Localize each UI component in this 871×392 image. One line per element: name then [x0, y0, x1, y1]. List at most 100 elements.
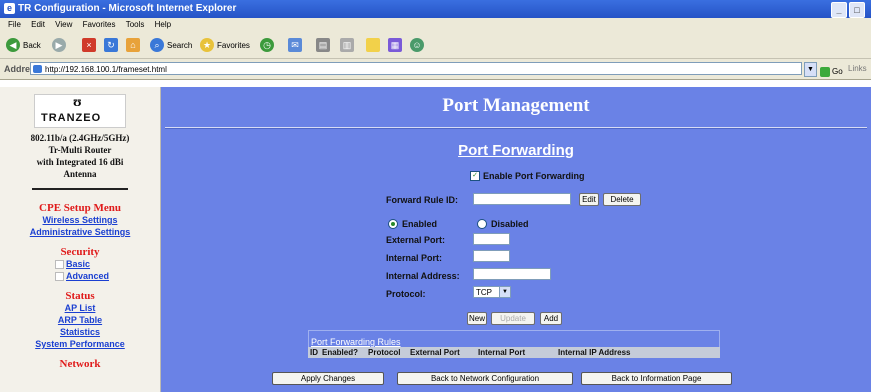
history-icon: ◷	[260, 38, 274, 52]
address-input[interactable]: http://192.168.100.1/frameset.html	[30, 62, 802, 75]
forward-button[interactable]: ▶	[52, 36, 66, 54]
security-title: Security	[60, 246, 100, 258]
menu-edit[interactable]: Edit	[31, 20, 45, 29]
apply-changes-button[interactable]: Apply Changes	[272, 372, 384, 385]
discuss-button[interactable]: ▦	[388, 36, 402, 54]
wireless-settings-link[interactable]: Wireless Settings	[0, 214, 160, 226]
column-header: Internal Port	[478, 348, 526, 357]
history-button[interactable]: ◷	[260, 36, 274, 54]
maximize-icon[interactable]: □	[849, 2, 865, 18]
edit-button[interactable]: Edit	[579, 193, 599, 206]
back-button[interactable]: ◀ Back	[6, 36, 41, 54]
links-button[interactable]: Links	[848, 59, 867, 79]
arp-table-link[interactable]: ARP Table	[0, 314, 160, 326]
column-header: External Port	[410, 348, 460, 357]
system-performance-link[interactable]: System Performance	[0, 338, 160, 350]
menu-file[interactable]: File	[8, 20, 21, 29]
address-bar: Address http://192.168.100.1/frameset.ht…	[0, 59, 871, 80]
bullet-icon	[55, 272, 64, 282]
device-description: 802.11b/a (2.4GHz/5GHz) Tr-Multi Router …	[0, 132, 160, 180]
star-icon: ★	[200, 38, 214, 52]
menu-tools[interactable]: Tools	[126, 20, 145, 29]
disabled-label: Disabled	[491, 219, 529, 229]
advanced-label: Advanced	[66, 271, 110, 281]
back-to-information-page-button[interactable]: Back to Information Page	[581, 372, 732, 385]
bullet-icon	[55, 260, 64, 270]
new-button[interactable]: New	[467, 312, 487, 325]
chevron-down-icon: ▼	[499, 287, 510, 297]
stop-icon: ×	[82, 38, 96, 52]
folder-button[interactable]	[366, 36, 380, 54]
administrative-settings-link[interactable]: Administrative Settings	[0, 226, 160, 238]
protocol-select[interactable]: TCP ▼	[473, 286, 511, 298]
favorites-button[interactable]: ★ Favorites	[200, 36, 250, 54]
update-button[interactable]: Update	[491, 312, 535, 325]
delete-button[interactable]: Delete	[603, 193, 641, 206]
title-divider	[165, 127, 867, 129]
forward-arrow-icon: ▶	[52, 38, 66, 52]
home-button[interactable]: ⌂	[126, 36, 140, 54]
ie-logo-icon: e	[4, 3, 15, 14]
sidebar: ʊ TRANZEO 802.11b/a (2.4GHz/5GHz) Tr-Mul…	[0, 87, 161, 392]
menu-favorites[interactable]: Favorites	[83, 20, 116, 29]
messenger-icon: ☺	[410, 38, 424, 52]
menu-help[interactable]: Help	[155, 20, 171, 29]
search-button[interactable]: ⌕ Search	[150, 36, 192, 54]
go-button[interactable]: Go	[820, 62, 843, 82]
advanced-link[interactable]: Advanced	[55, 270, 160, 282]
minimize-icon[interactable]: _	[831, 2, 847, 18]
address-dropdown-icon[interactable]: ▼	[804, 62, 817, 77]
go-arrow-icon	[820, 66, 830, 77]
refresh-icon: ↻	[104, 38, 118, 52]
basic-link[interactable]: Basic	[55, 258, 160, 270]
window-titlebar: e TR Configuration - Microsoft Internet …	[0, 0, 871, 18]
edit-page-button[interactable]: ▥	[340, 36, 354, 54]
print-button[interactable]: ▤	[316, 36, 330, 54]
add-button[interactable]: Add	[540, 312, 562, 325]
column-header: Enabled?	[322, 348, 359, 357]
home-icon: ⌂	[126, 38, 140, 52]
basic-label: Basic	[66, 259, 91, 269]
section-title: Port Forwarding	[458, 142, 574, 159]
tranzeo-logo: ʊ TRANZEO	[34, 94, 126, 128]
logo-mark-icon: ʊ	[73, 95, 82, 110]
stop-button[interactable]: ×	[82, 36, 96, 54]
description-line: with Integrated 16 dBi	[36, 157, 124, 167]
enabled-radio[interactable]	[388, 219, 398, 229]
menu-view[interactable]: View	[55, 20, 72, 29]
page-title: Port Management	[442, 95, 590, 116]
external-port-input[interactable]	[473, 233, 510, 245]
search-icon: ⌕	[150, 38, 164, 52]
back-to-network-configuration-button[interactable]: Back to Network Configuration	[397, 372, 573, 385]
internal-address-label: Internal Address:	[386, 271, 460, 281]
internal-address-input[interactable]	[473, 268, 551, 280]
forward-rule-id-input[interactable]	[473, 193, 571, 205]
mail-icon: ✉	[288, 38, 302, 52]
statistics-link[interactable]: Statistics	[0, 326, 160, 338]
ap-list-link[interactable]: AP List	[0, 302, 160, 314]
sidebar-divider	[32, 188, 128, 190]
enabled-label: Enabled	[402, 219, 438, 229]
column-header: Protocol	[368, 348, 401, 357]
search-label: Search	[167, 40, 193, 50]
refresh-button[interactable]: ↻	[104, 36, 118, 54]
back-arrow-icon: ◀	[6, 38, 20, 52]
print-icon: ▤	[316, 38, 330, 52]
main-panel: Port Management Port Forwarding ✓ Enable…	[161, 87, 871, 392]
logo-text: TRANZEO	[41, 112, 102, 124]
disabled-radio[interactable]	[477, 219, 487, 229]
description-line: Antenna	[63, 169, 97, 179]
enable-port-forwarding-checkbox[interactable]: ✓	[470, 171, 480, 181]
page-icon	[33, 65, 42, 73]
status-title: Status	[65, 290, 95, 302]
window-title: TR Configuration - Microsoft Internet Ex…	[18, 3, 237, 14]
messenger-button[interactable]: ☺	[410, 36, 424, 54]
mail-button[interactable]: ✉	[288, 36, 302, 54]
rules-table-title: Port Forwarding Rules	[308, 330, 720, 347]
column-header: ID	[310, 348, 318, 357]
favorites-label: Favorites	[217, 40, 250, 50]
description-line: Tr-Multi Router	[48, 145, 112, 155]
internal-port-input[interactable]	[473, 250, 510, 262]
enable-port-forwarding-label: Enable Port Forwarding	[483, 171, 585, 181]
protocol-value: TCP	[476, 288, 492, 297]
